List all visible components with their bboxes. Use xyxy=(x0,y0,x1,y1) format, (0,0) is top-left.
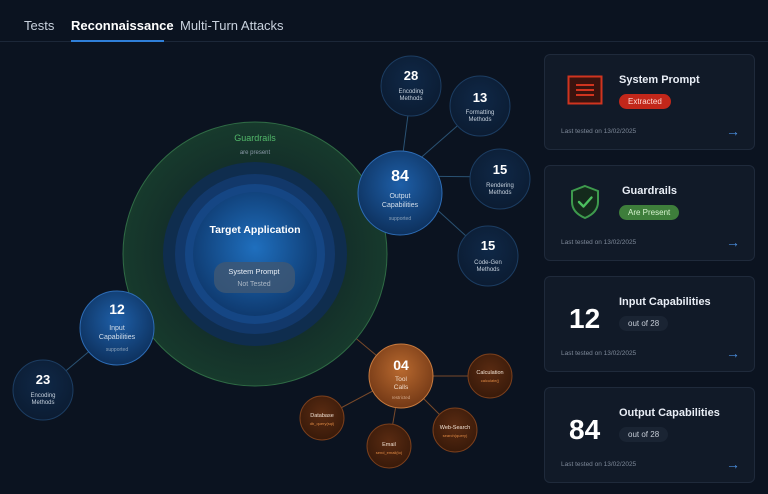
input-value: 12 xyxy=(109,301,125,317)
satellite-formatting-node[interactable] xyxy=(449,75,511,137)
guardrails-card[interactable]: Guardrails Are Present Last tested on 13… xyxy=(544,165,755,261)
document-icon xyxy=(567,75,603,105)
sat-formatting-value: 13 xyxy=(473,90,487,105)
input-encoding-node[interactable] xyxy=(12,359,74,421)
sat-formatting-label-2: Methods xyxy=(468,117,491,123)
output-capabilities-last-tested: Last tested on 13/02/2025 xyxy=(561,461,637,468)
tab-tests[interactable]: Tests xyxy=(24,18,54,33)
sat-rendering-label-2: Methods xyxy=(488,190,511,196)
output-capabilities-total: out of 28 xyxy=(619,427,669,442)
tool-database-name: Database xyxy=(310,413,334,419)
tool-email-fn: send_email(to) xyxy=(376,450,403,455)
input-encoding-value: 23 xyxy=(36,372,50,387)
tool-database-fn: db_query(sql) xyxy=(310,421,335,426)
sat-rendering-value: 15 xyxy=(493,162,507,177)
output-capabilities-count: 84 xyxy=(569,414,601,445)
tool-websearch-name: Web-Search xyxy=(440,425,470,431)
output-label-1: Output xyxy=(389,193,410,200)
sat-codegen-label-2: Methods xyxy=(476,267,499,273)
output-value: 84 xyxy=(391,168,409,185)
input-capabilities-total: out of 28 xyxy=(619,316,669,331)
input-status: supported xyxy=(106,347,128,353)
sat-encoding-value: 28 xyxy=(404,68,418,83)
input-label-2: Capabilities xyxy=(99,334,136,341)
guardrails-status-badge: Are Present xyxy=(619,205,680,220)
output-capabilities-card-title: Output Capabilities xyxy=(619,407,720,419)
tab-multi-turn-attacks[interactable]: Multi-Turn Attacks xyxy=(180,18,284,33)
sat-formatting-label-1: Formatting xyxy=(466,110,495,116)
input-capabilities-count: 12 xyxy=(569,303,601,334)
tool-email-name: Email xyxy=(382,442,396,448)
target-title: Target Application xyxy=(209,224,300,236)
sat-codegen-value: 15 xyxy=(481,238,495,253)
output-label-2: Capabilities xyxy=(382,202,419,209)
guardrails-subtitle: are present xyxy=(240,150,271,156)
satellite-codegen-node[interactable] xyxy=(457,225,519,287)
tool-websearch-fn: search(query) xyxy=(443,433,468,438)
system-prompt-card[interactable]: System Prompt Extracted Last tested on 1… xyxy=(544,54,755,150)
arrow-right-icon[interactable]: → xyxy=(726,235,740,249)
sat-encoding-label-2: Methods xyxy=(399,96,422,102)
input-capabilities-card[interactable]: 12 Input Capabilities out of 28 Last tes… xyxy=(544,276,755,372)
arrow-right-icon[interactable]: → xyxy=(726,457,740,471)
input-capabilities-card-title: Input Capabilities xyxy=(619,296,711,308)
sat-rendering-label-1: Rendering xyxy=(486,183,514,189)
tool-calculation-name: Calculation xyxy=(476,370,503,376)
guardrails-card-title: Guardrails xyxy=(622,185,678,197)
satellite-encoding-node[interactable] xyxy=(380,55,442,117)
system-prompt-last-tested: Last tested on 13/02/2025 xyxy=(561,128,637,135)
sat-codegen-label-1: Code-Gen xyxy=(474,260,502,266)
shield-check-icon xyxy=(571,184,599,220)
output-status: supported xyxy=(389,216,411,222)
sat-encoding-label-1: Encoding xyxy=(398,89,423,95)
tab-reconnaissance[interactable]: Reconnaissance xyxy=(71,18,174,33)
input-encoding-label-1: Encoding xyxy=(30,393,55,399)
reconnaissance-graph: Guardrails are present Target Applicatio… xyxy=(12,55,531,469)
satellite-rendering-node[interactable] xyxy=(469,148,531,210)
tool-value: 04 xyxy=(393,357,409,373)
arrow-right-icon[interactable]: → xyxy=(726,346,740,360)
system-prompt-pill-status: Not Tested xyxy=(237,281,270,288)
input-capabilities-last-tested: Last tested on 13/02/2025 xyxy=(561,350,637,357)
tool-calculation-fn: calculate() xyxy=(481,378,500,383)
tool-label-2: Calls xyxy=(394,384,409,391)
output-capabilities-card[interactable]: 84 Output Capabilities out of 28 Last te… xyxy=(544,387,755,483)
tool-status: restricted xyxy=(392,395,411,400)
arrow-right-icon[interactable]: → xyxy=(726,124,740,138)
guardrails-title: Guardrails xyxy=(234,133,276,143)
system-prompt-status-badge: Extracted xyxy=(619,94,671,109)
guardrails-last-tested: Last tested on 13/02/2025 xyxy=(561,239,637,246)
tool-label-1: Tool xyxy=(395,376,407,383)
input-encoding-label-2: Methods xyxy=(31,400,54,406)
system-prompt-card-title: System Prompt xyxy=(619,74,700,86)
input-label-1: Input xyxy=(109,325,125,332)
system-prompt-pill-title: System Prompt xyxy=(228,267,280,276)
tab-bar: Tests Reconnaissance Multi-Turn Attacks xyxy=(0,0,768,42)
tool-calculation-node[interactable] xyxy=(467,353,513,399)
target-application-node[interactable] xyxy=(193,192,317,316)
